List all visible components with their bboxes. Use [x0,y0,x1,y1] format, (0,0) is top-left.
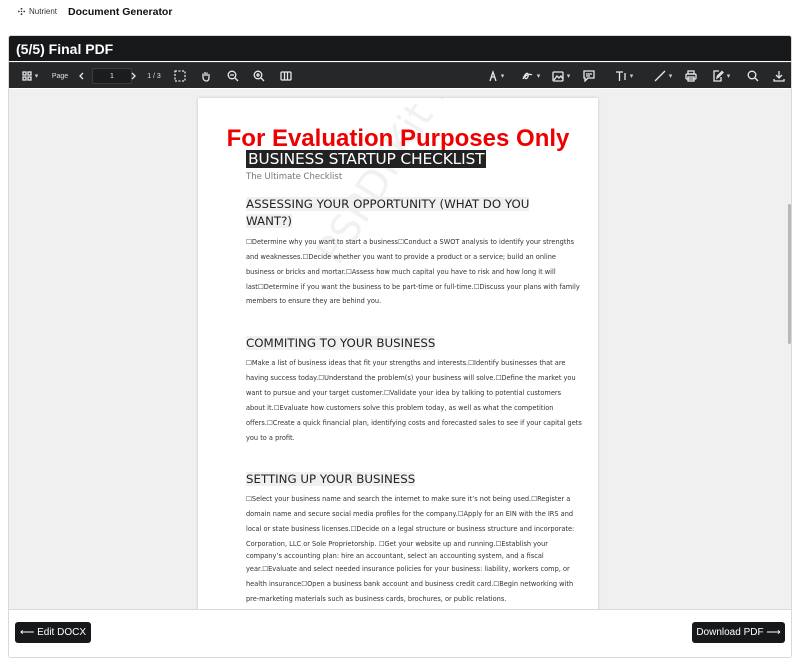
search-icon [747,70,759,82]
marquee-zoom-icon [174,70,186,82]
line-icon [654,70,666,82]
brand-name: Nutrient [29,7,58,16]
zoom-out-button[interactable] [223,63,243,89]
chevron-down-icon: ▾ [668,73,673,80]
page-label: Page [51,72,69,80]
zoom-in-icon [253,70,265,82]
nutrient-logo-icon [17,7,26,16]
section-body: ☐Determine why you want to start a busin… [246,238,580,305]
section-heading: COMMITING TO YOUR BUSINESS [246,336,436,350]
image-icon [552,70,564,82]
text-icon [615,71,626,81]
signature-button[interactable]: ▾ [516,63,546,89]
pdf-panel: (5/5) Final PDF ▾ Page 1 1 / 3 ▾ ▾ ▾ ▾ ▾… [8,35,792,658]
pan-hand-icon [202,72,210,82]
chevron-down-icon: ▾ [536,73,541,80]
document-title: BUSINESS STARTUP CHECKLIST [246,150,487,168]
next-page-button[interactable] [126,63,140,89]
image-annotation-button[interactable]: ▾ [546,63,576,89]
document-viewer[interactable]: PSPDFKit Evaluation Copy For Evaluation … [9,89,791,609]
chevron-down-icon: ▾ [629,73,634,80]
page-layout-button[interactable] [276,63,296,89]
download-icon [773,71,785,82]
section-heading: SETTING UP YOUR BUSINESS [246,472,416,486]
signature-icon [522,72,533,80]
text-annotation-button[interactable]: ▾ [607,63,641,89]
app-title: Document Generator [68,6,173,18]
ink-icon [489,70,497,82]
chevron-down-icon: ▾ [34,73,39,80]
document-subtitle: The Ultimate Checklist [246,172,343,182]
evaluation-watermark: For Evaluation Purposes Only [226,125,570,152]
zoom-out-icon [227,70,239,82]
section-body: ☐Make a list of business ideas that fit … [246,359,582,442]
print-icon [685,70,697,82]
viewer-toolbar: ▾ Page 1 1 / 3 ▾ ▾ ▾ ▾ ▾ ▾ [9,62,791,89]
section-body: ☐Select your business name and search th… [246,495,575,603]
top-bar: Nutrient Document Generator [0,0,800,26]
chevron-down-icon: ▾ [566,73,571,80]
chevron-left-icon [79,72,84,80]
chevron-right-icon [131,72,136,80]
edit-icon [713,70,724,82]
comment-button[interactable] [579,63,599,89]
chevron-down-icon: ▾ [500,73,505,80]
search-button[interactable] [743,63,763,89]
layout-icon [280,71,292,81]
pdf-page: PSPDFKit Evaluation Copy For Evaluation … [198,98,598,609]
download-pdf-button[interactable]: Download PDF ⟶ [692,622,785,643]
chevron-down-icon: ▾ [726,73,731,80]
vertical-scrollbar[interactable] [788,204,791,344]
step-title: (5/5) Final PDF [9,36,791,61]
comment-icon [583,70,595,82]
marquee-zoom-button[interactable] [170,63,190,89]
download-button[interactable] [769,63,789,89]
section-heading: ASSESSING YOUR OPPORTUNITY (WHAT DO YOU … [246,197,530,228]
edit-docx-button[interactable]: ⟵ Edit DOCX [15,622,91,643]
page-total: 1 / 3 [147,72,161,80]
brand-logo[interactable]: Nutrient [17,7,57,16]
thumbnails-icon [22,71,32,81]
edit-document-button[interactable]: ▾ [706,63,736,89]
line-annotation-button[interactable]: ▾ [647,63,679,89]
footer-bar: ⟵ Edit DOCX Download PDF ⟶ [9,609,791,657]
print-button[interactable] [681,63,701,89]
zoom-in-button[interactable] [249,63,269,89]
ink-annotation-button[interactable]: ▾ [479,63,513,89]
pan-button[interactable] [196,63,216,89]
previous-page-button[interactable] [75,63,89,89]
thumbnails-button[interactable]: ▾ [15,63,45,89]
